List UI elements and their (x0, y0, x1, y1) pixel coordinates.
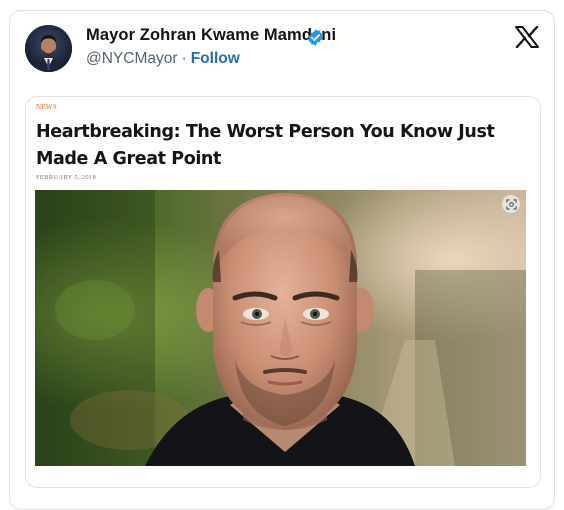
author-display-name[interactable]: Mayor Zohran Kwame Mamdani (86, 26, 336, 45)
image-search-button[interactable] (502, 195, 520, 213)
author-handle[interactable]: @NYCMayor (86, 50, 178, 67)
tweet-card: Mayor Zohran Kwame Mamdani @NYCMayor · Fol… (9, 10, 555, 510)
article-card[interactable]: NEWS Heartbreaking: The Worst Person You… (25, 96, 541, 488)
separator-dot: · (181, 50, 187, 67)
article-headline[interactable]: Heartbreaking: The Worst Person You Know… (36, 119, 536, 173)
x-logo-icon[interactable] (515, 26, 539, 48)
article-date: FEBRUARY 5, 2018 (36, 174, 96, 181)
avatar[interactable] (25, 25, 72, 72)
handle-row: @NYCMayor · Follow (86, 50, 240, 68)
verified-badge-icon (308, 29, 323, 46)
article-kicker: NEWS (36, 103, 58, 111)
article-photo[interactable] (35, 190, 526, 466)
follow-button[interactable]: Follow (191, 50, 240, 67)
lens-icon (505, 198, 517, 210)
